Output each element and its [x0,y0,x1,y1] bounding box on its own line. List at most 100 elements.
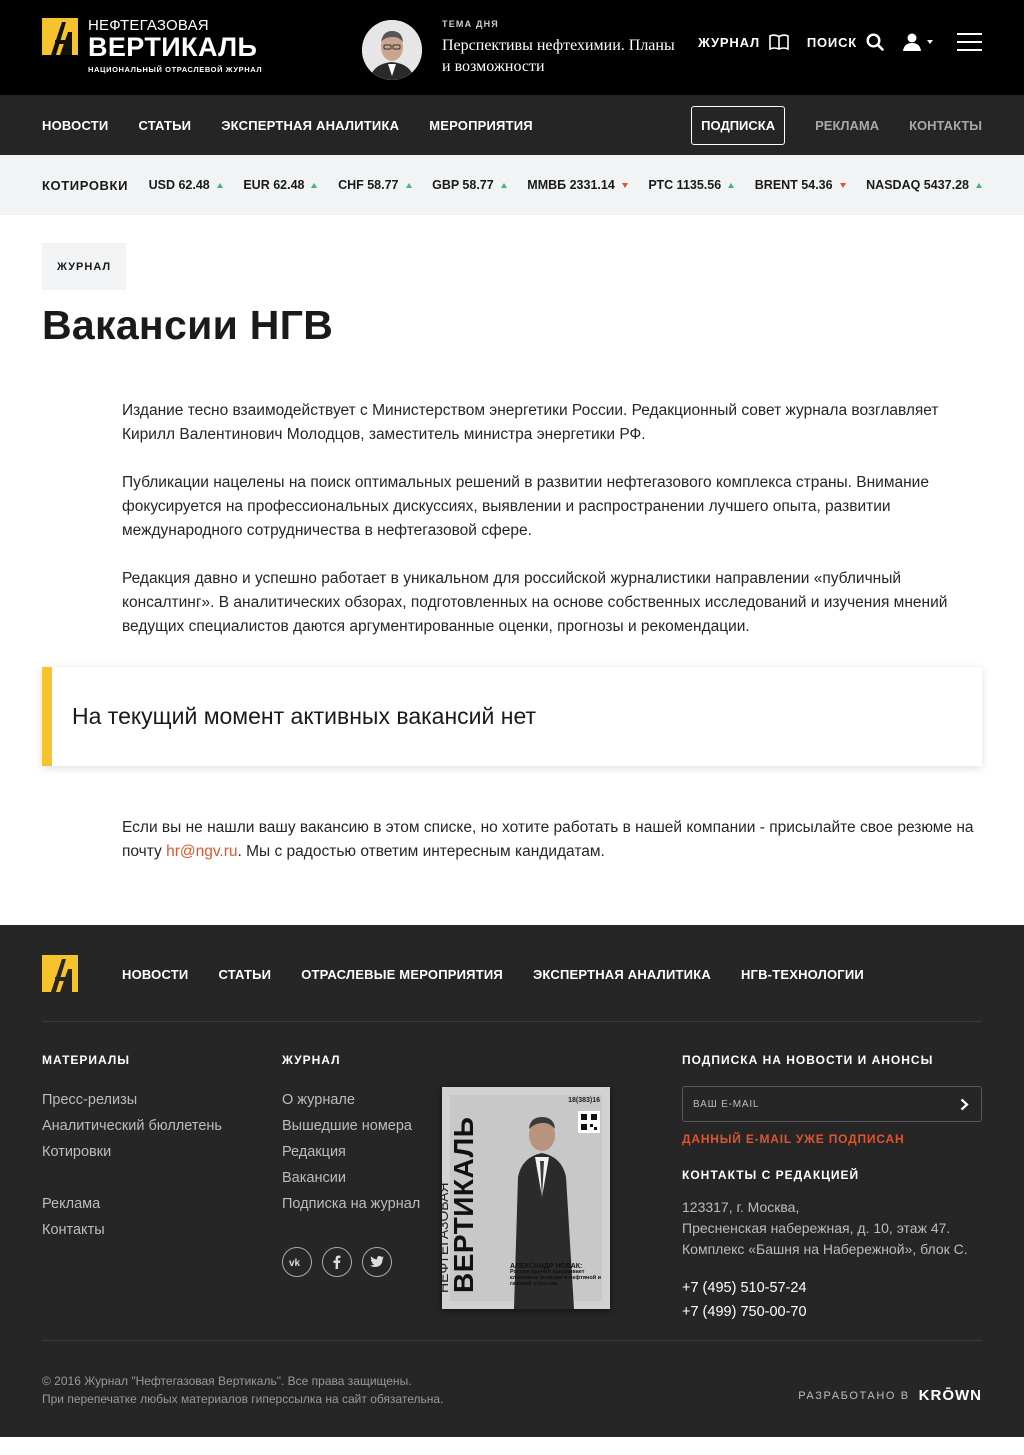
vk-icon[interactable]: vk [282,1247,312,1277]
footer-nav-tech[interactable]: НГВ-ТЕХНОЛОГИИ [741,967,864,982]
intro-paragraph-3: Редакция давно и успешно работает в уник… [122,570,948,635]
cover-subline: Россия прочно удерживает ключевые позици… [510,1269,602,1287]
trend-down-icon [621,182,628,188]
copyright: © 2016 Журнал "Нефтегазовая Вертикаль". … [42,1372,443,1408]
footer-nav-analytics[interactable]: ЭКСПЕРТНАЯ АНАЛИТИКА [533,967,711,982]
journal-link[interactable]: ЖУРНАЛ [698,34,789,50]
nav-item-articles[interactable]: СТАТЬИ [138,118,191,133]
site-footer: НОВОСТИ СТАТЬИ ОТРАСЛЕВЫЕ МЕРОПРИЯТИЯ ЭК… [0,925,1024,1437]
journal-link[interactable]: Подписка на журнал [282,1191,420,1217]
main-nav: НОВОСТИ СТАТЬИ ЭКСПЕРТНАЯ АНАЛИТИКА МЕРО… [0,95,1024,155]
quote-text: NASDAQ 5437.28 [866,178,969,192]
trend-up-icon [216,182,223,188]
materials-link[interactable]: Контакты [42,1217,222,1243]
trend-up-icon [500,182,507,188]
journal-label: ЖУРНАЛ [698,34,760,50]
facebook-icon[interactable] [322,1247,352,1277]
journal-link[interactable]: Вышедшие номера [282,1113,420,1139]
quote-rts[interactable]: РТС 1135.56 [648,178,735,192]
site-logo[interactable]: НЕФТЕГАЗОВАЯ ВЕРТИКАЛЬ НАЦИОНАЛЬНЫЙ ОТРА… [42,18,262,74]
main-content: ЖУРНАЛ Вакансии НГВ Издание тесно взаимо… [0,215,1024,925]
portrait-icon [362,20,422,80]
site-header: НЕФТЕГАЗОВАЯ ВЕРТИКАЛЬ НАЦИОНАЛЬНЫЙ ОТРА… [0,0,1024,95]
email-submit-button[interactable] [960,1098,969,1116]
nav-item-ads[interactable]: РЕКЛАМА [815,118,879,133]
subscribe-button[interactable]: ПОДПИСКА [691,105,786,145]
email-error-message: ДАННЫЙ E-MAIL УЖЕ ПОДПИСАН [682,1132,905,1146]
journal-cover[interactable]: 18(383)16 НЕФТЕГАЗОВАЯ ВЕРТИКАЛЬ АЛЕКСАН… [442,1087,610,1309]
logo-mark-icon [42,18,78,55]
twitter-icon[interactable] [362,1247,392,1277]
cover-issue: 18(383)16 [568,1097,600,1104]
no-vacancies-notice: На текущий момент активных вакансий нет [42,667,982,766]
cover-title-line2: ВЕРТИКАЛЬ [448,1116,479,1293]
phone-link[interactable]: +7 (499) 750-00-70 [682,1300,982,1324]
quote-usd[interactable]: USD 62.48 [149,178,223,192]
page-title: Вакансии НГВ [42,302,334,348]
search-icon [866,33,884,51]
footer-journal: ЖУРНАЛ О журнале Вышедшие номера Редакци… [282,1053,420,1277]
resume-note: Если вы не нашли вашу вакансию в этом сп… [42,816,982,925]
intro-text: Издание тесно взаимодействует с Министер… [42,399,982,639]
phones: +7 (495) 510-57-24 +7 (499) 750-00-70 [682,1276,982,1324]
address-line: Пресненская набережная, д. 10, этаж 47. [682,1220,951,1236]
user-menu-button[interactable] [902,33,935,51]
quote-micex[interactable]: ММВБ 2331.14 [527,178,628,192]
nav-item-news[interactable]: НОВОСТИ [42,118,108,133]
nav-item-analytics[interactable]: ЭКСПЕРТНАЯ АНАЛИТИКА [221,118,399,133]
search-link[interactable]: ПОИСК [807,33,884,51]
footer-subscribe: ПОДПИСКА НА НОВОСТИ И АНОНСЫ ДАННЫЙ E-MA… [682,1053,982,1324]
topic-of-day[interactable]: ТЕМА ДНЯ Перспективы нефтехимии. Планы и… [362,19,682,80]
quotes-bar: КОТИРОВКИ USD 62.48 EUR 62.48 CHF 58.77 … [0,155,1024,215]
materials-link[interactable]: Пресс-релизы [42,1087,222,1113]
developer-label: РАЗРАБОТАНО В [798,1389,910,1402]
footer-nav-articles[interactable]: СТАТЬИ [218,967,271,982]
footer-nav-news[interactable]: НОВОСТИ [122,967,188,982]
address-line: Комплекс «Башня на Набережной», блок С. [682,1241,968,1257]
quote-gbp[interactable]: GBP 58.77 [432,178,507,192]
quote-text: GBP 58.77 [432,178,494,192]
quote-eur[interactable]: EUR 62.48 [243,178,318,192]
logo-line3: НАЦИОНАЛЬНЫЙ ОТРАСЛЕВОЙ ЖУРНАЛ [88,65,263,74]
footer-nav: НОВОСТИ СТАТЬИ ОТРАСЛЕВЫЕ МЕРОПРИЯТИЯ ЭК… [122,967,894,982]
quote-text: CHF 58.77 [338,178,399,192]
hr-email-link[interactable]: hr@ngv.ru [166,843,237,860]
nav-item-events[interactable]: МЕРОПРИЯТИЯ [429,118,533,133]
quote-text: EUR 62.48 [243,178,305,192]
notice-text: На текущий момент активных вакансий нет [72,703,537,729]
breadcrumb-journal[interactable]: ЖУРНАЛ [42,243,127,290]
developer-link[interactable]: РАЗРАБОТАНО В KRŌWN [798,1383,982,1408]
address: 123317, г. Москва, Пресненская набережна… [682,1197,982,1260]
footer-nav-events[interactable]: ОТРАСЛЕВЫЕ МЕРОПРИЯТИЯ [301,967,503,982]
quote-nasdaq[interactable]: NASDAQ 5437.28 [866,178,982,192]
footer-materials: МАТЕРИАЛЫ Пресс-релизы Аналитический бюл… [42,1053,222,1243]
materials-link[interactable]: Котировки [42,1139,222,1165]
materials-link[interactable]: Реклама [42,1191,222,1217]
svg-text:vk: vk [289,1258,301,1267]
email-input[interactable] [683,1087,933,1121]
trend-up-icon [311,182,318,188]
materials-heading: МАТЕРИАЛЫ [42,1053,131,1067]
journal-link[interactable]: О журнале [282,1087,420,1113]
quote-brent[interactable]: BRENT 54.36 [755,178,846,192]
chevron-right-icon [960,1098,969,1111]
footer-logo[interactable] [42,955,78,997]
journal-link[interactable]: Редакция [282,1139,420,1165]
intro-paragraph-2: Публикации нацелены на поиск оптимальных… [122,474,929,539]
copyright-line: © 2016 Журнал "Нефтегазовая Вертикаль". … [42,1374,412,1388]
intro-paragraph-1: Издание тесно взаимодействует с Министер… [122,402,939,443]
trend-up-icon [728,182,735,188]
menu-button[interactable] [957,33,982,51]
chevron-down-icon [927,40,933,44]
nav-item-contacts[interactable]: КОНТАКТЫ [909,118,982,133]
quote-chf[interactable]: CHF 58.77 [338,178,412,192]
topic-title: Перспективы нефтехимии. Планы и возможно… [442,37,675,75]
footer-bottom: © 2016 Журнал "Нефтегазовая Вертикаль". … [42,1340,982,1408]
phone-link[interactable]: +7 (495) 510-57-24 [682,1276,982,1300]
materials-link[interactable]: Аналитический бюллетень [42,1113,222,1139]
logo-mark-icon [42,955,78,992]
resume-note-suffix: . Мы с радостью ответим интересным канди… [237,843,605,860]
journal-link[interactable]: Вакансии [282,1165,420,1191]
email-form [682,1086,982,1122]
trend-down-icon [839,182,846,188]
